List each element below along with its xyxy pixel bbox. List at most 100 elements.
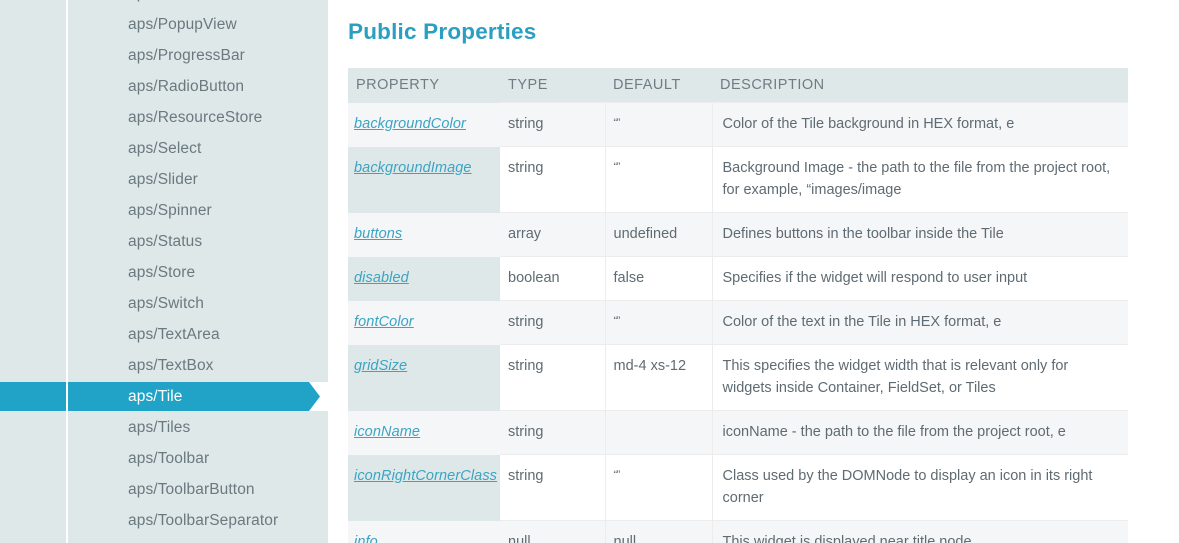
- table-row: disabled boolean false Specifies if the wid…: [348, 256, 1128, 302]
- sidebar-item-label: aps/RadioButton: [128, 78, 245, 95]
- property-name-cell: gridSize: [348, 344, 500, 411]
- active-chevron-icon: [309, 382, 328, 411]
- sidebar-item-label: aps/TextBox: [128, 357, 214, 374]
- sidebar-item-popupview[interactable]: aps/PopupView: [0, 10, 328, 39]
- sidebar-item-tile[interactable]: aps/Tile: [0, 382, 328, 411]
- property-name-cell: backgroundImage: [348, 146, 500, 213]
- sidebar-item-pie[interactable]: aps/Pie: [0, 0, 328, 8]
- sidebar-item-label: aps/ProgressBar: [128, 47, 245, 64]
- sidebar-item-spinner[interactable]: aps/Spinner: [0, 196, 328, 225]
- sidebar-item-label: aps/Switch: [128, 295, 204, 312]
- sidebar-navigation: aps/Pie aps/PopupView aps/ProgressBar aps/R…: [0, 0, 328, 543]
- property-link[interactable]: backgroundColor: [354, 116, 466, 132]
- property-link[interactable]: backgroundImage: [354, 160, 472, 176]
- sidebar-item-slider[interactable]: aps/Slider: [0, 165, 328, 194]
- property-description-cell: This specifies the widget width that is …: [712, 344, 1128, 412]
- sidebar-item-label: aps/Tile: [128, 388, 183, 405]
- sidebar-item-status[interactable]: aps/Status: [0, 227, 328, 256]
- property-type-cell: string: [500, 344, 606, 412]
- column-header-property: PROPERTY: [348, 68, 500, 103]
- sidebar-item-toolbarbutton[interactable]: aps/ToolbarButton: [0, 475, 328, 504]
- property-type-cell: boolean: [500, 256, 606, 302]
- table-header: PROPERTY TYPE DEFAULT DESCRIPTION: [348, 68, 1128, 103]
- property-type-cell: null: [500, 520, 606, 543]
- public-properties-table: PROPERTY TYPE DEFAULT DESCRIPTION backgroun…: [348, 68, 1128, 543]
- property-link[interactable]: iconRightCornerClass: [354, 468, 497, 484]
- property-link[interactable]: buttons: [354, 226, 402, 242]
- sidebar-item-label: aps/Slider: [128, 171, 198, 188]
- main-content: Public Properties PROPERTY TYPE DEFAULT DES…: [328, 0, 1179, 543]
- table-row: iconRightCornerClass string “” Class used b…: [348, 454, 1128, 522]
- property-link[interactable]: info: [354, 534, 378, 543]
- table-body: backgroundColor string “” Color of the Tile…: [348, 101, 1128, 543]
- property-description-cell: Color of the text in the Tile in HEX for…: [712, 300, 1128, 346]
- property-description-cell: Class used by the DOMNode to display an …: [712, 454, 1128, 522]
- property-name-cell: disabled: [348, 256, 500, 301]
- table-header-row: PROPERTY TYPE DEFAULT DESCRIPTION: [348, 68, 1128, 103]
- sidebar-item-resourcestore[interactable]: aps/ResourceStore: [0, 103, 328, 132]
- sidebar-item-toolbarseparator[interactable]: aps/ToolbarSeparator: [0, 506, 328, 535]
- sidebar-item-label: aps/Spinner: [128, 202, 212, 219]
- property-default-cell: false: [605, 256, 713, 302]
- property-default-cell: “”: [605, 300, 713, 346]
- empty-string-value: “”: [613, 117, 621, 129]
- table-row: backgroundColor string “” Color of the Tile…: [348, 101, 1128, 148]
- property-default-cell: “”: [605, 146, 713, 214]
- property-type-cell: string: [500, 146, 606, 214]
- table-row: fontColor string “” Color of the text in th…: [348, 300, 1128, 346]
- empty-string-value: “”: [613, 315, 621, 328]
- property-description-cell: iconName - the path to the file from the…: [712, 410, 1128, 456]
- property-type-cell: string: [500, 101, 606, 148]
- sidebar-item-label: aps/Toolbar: [128, 450, 210, 467]
- property-name-cell: iconName: [348, 410, 500, 455]
- property-description-cell: This widget is displayed near title node: [712, 520, 1128, 543]
- sidebar-item-textarea[interactable]: aps/TextArea: [0, 320, 328, 349]
- sidebar-item-store[interactable]: aps/Store: [0, 258, 328, 287]
- sidebar-divider-rail: [66, 0, 68, 543]
- sidebar-item-label: aps/Store: [128, 264, 196, 281]
- sidebar-item-label: aps/ToolbarSeparator: [128, 512, 279, 529]
- property-link[interactable]: fontColor: [354, 314, 414, 330]
- property-name-cell: iconRightCornerClass: [348, 454, 500, 521]
- sidebar-item-list: aps/Pie aps/PopupView aps/ProgressBar aps/R…: [0, 0, 328, 537]
- property-default-cell: “”: [605, 101, 713, 148]
- sidebar-item-radiobutton[interactable]: aps/RadioButton: [0, 72, 328, 101]
- sidebar-item-textbox[interactable]: aps/TextBox: [0, 351, 328, 380]
- property-default-cell: [605, 410, 713, 456]
- property-description-cell: Specifies if the widget will respond to …: [712, 256, 1128, 302]
- sidebar-item-switch[interactable]: aps/Switch: [0, 289, 328, 318]
- sidebar-item-progressbar[interactable]: aps/ProgressBar: [0, 41, 328, 70]
- empty-string-value: “”: [613, 161, 621, 174]
- property-description-cell: Color of the Tile background in HEX form…: [712, 101, 1128, 148]
- property-link[interactable]: disabled: [354, 270, 409, 286]
- sidebar-item-tiles[interactable]: aps/Tiles: [0, 413, 328, 442]
- property-link[interactable]: iconName: [354, 424, 420, 440]
- sidebar-item-label: aps/ResourceStore: [128, 109, 263, 126]
- table-row: iconName string iconName - the path to the…: [348, 410, 1128, 456]
- property-name-cell: fontColor: [348, 300, 500, 345]
- sidebar-item-label: aps/Tiles: [128, 419, 191, 436]
- property-type-cell: string: [500, 300, 606, 346]
- property-description-cell: Background Image - the path to the file …: [712, 146, 1128, 214]
- property-default-cell: “”: [605, 454, 713, 522]
- documentation-page: aps/Pie aps/PopupView aps/ProgressBar aps/R…: [0, 0, 1179, 543]
- property-name-cell: backgroundColor: [348, 102, 500, 147]
- sidebar-item-label: aps/Status: [128, 233, 203, 250]
- property-type-cell: string: [500, 454, 606, 522]
- table-row: gridSize string md-4 xs-12 This specifies t…: [348, 344, 1128, 412]
- page-title: Public Properties: [348, 19, 537, 44]
- empty-string-value: “”: [613, 469, 621, 482]
- property-name-cell: buttons: [348, 212, 500, 257]
- property-description-cell: Defines buttons in the toolbar inside th…: [712, 212, 1128, 258]
- sidebar-item-label: aps/Select: [128, 140, 202, 157]
- table-row: backgroundImage string “” Background Image …: [348, 146, 1128, 214]
- property-link[interactable]: gridSize: [354, 358, 407, 374]
- column-header-default: DEFAULT: [605, 68, 712, 103]
- property-default-cell: md-4 xs-12: [605, 344, 713, 412]
- sidebar-item-label: aps/PopupView: [128, 16, 237, 33]
- sidebar-item-select[interactable]: aps/Select: [0, 134, 328, 163]
- sidebar-item-label: aps/TextArea: [128, 326, 220, 343]
- property-default-cell: null: [605, 520, 713, 543]
- property-type-cell: array: [500, 212, 606, 258]
- sidebar-item-toolbar[interactable]: aps/Toolbar: [0, 444, 328, 473]
